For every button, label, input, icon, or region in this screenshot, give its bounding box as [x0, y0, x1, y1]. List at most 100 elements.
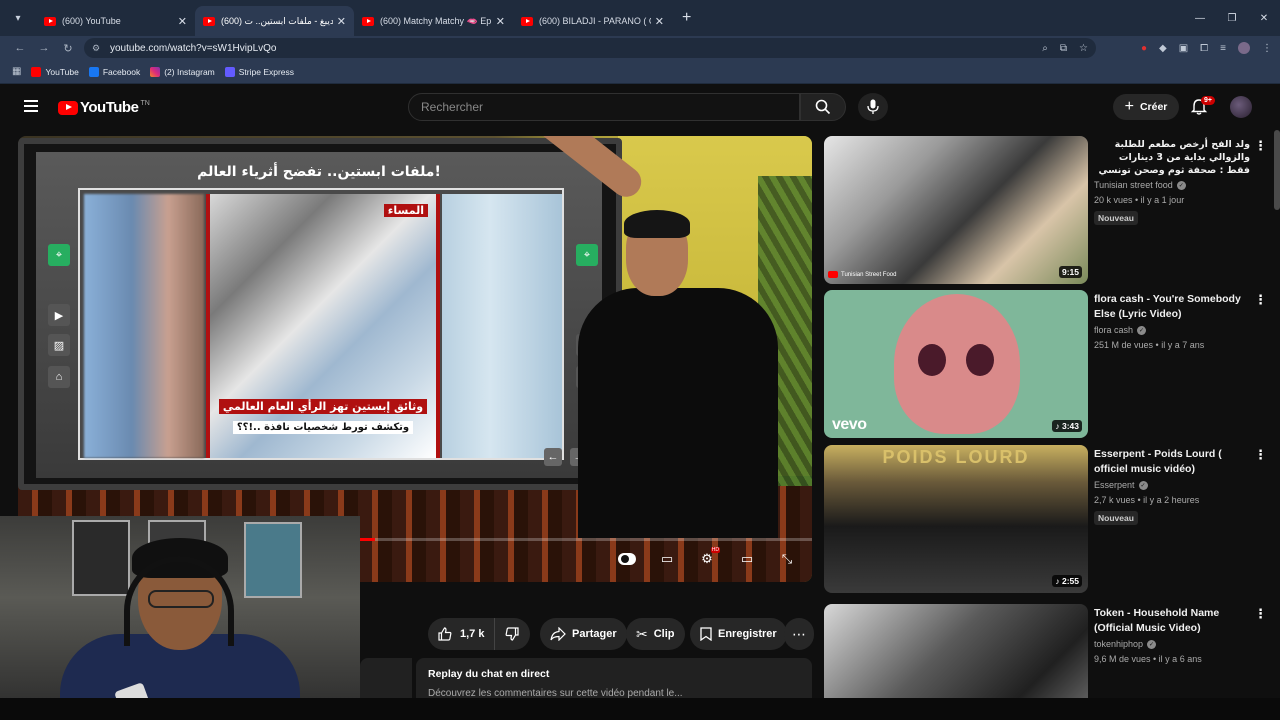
youtube-favicon-icon: [521, 16, 533, 26]
search-button[interactable]: [800, 93, 846, 121]
extensions-puzzle-icon[interactable]: ⧠: [1200, 43, 1208, 54]
new-tab-plus-icon[interactable]: +: [682, 9, 691, 27]
browser-tab-active[interactable]: (600) ترانديبغ - ملفات ابستين.. ت ✕: [195, 6, 354, 36]
skull-illustration: [894, 294, 1020, 434]
bookmark-stripe[interactable]: Stripe Express: [224, 66, 295, 77]
tab-search-chevron-icon[interactable]: ▾: [0, 0, 36, 36]
bookmark-label: Stripe Express: [238, 66, 295, 77]
url-bar[interactable]: ⚙ youtube.com/watch?v=sW1HvipLvQo ⌕ ⧉ ☆: [84, 38, 1096, 58]
channel-row[interactable]: flora cash ✓: [1094, 325, 1250, 335]
page-scrollbar[interactable]: [1274, 130, 1280, 210]
account-avatar[interactable]: [1230, 96, 1252, 118]
browser-tab[interactable]: (600) Matchy Matchy 🫦 Ep 79 ✕: [354, 6, 513, 36]
back-arrow-icon[interactable]: ←: [8, 36, 32, 60]
more-actions-button[interactable]: ⋯: [784, 618, 814, 650]
tab-title: (600) YouTube: [62, 16, 121, 26]
video-menu-dots-icon[interactable]: ⋮: [1254, 447, 1267, 463]
video-menu-dots-icon[interactable]: ⋮: [1254, 138, 1267, 154]
settings-gear-icon[interactable]: ⚙ HD: [698, 547, 720, 568]
close-window-icon[interactable]: ✕: [1248, 0, 1280, 36]
video-thumbnail[interactable]: POIDS LOURD ♪ 2:55: [824, 445, 1088, 593]
dislike-button[interactable]: [495, 618, 529, 650]
video-menu-dots-icon[interactable]: ⋮: [1254, 292, 1267, 308]
video-title[interactable]: flora cash - You're Somebody Else (Lyric…: [1094, 292, 1250, 322]
zoom-icon[interactable]: ⌕: [1042, 43, 1048, 54]
video-menu-dots-icon[interactable]: ⋮: [1254, 606, 1264, 622]
recommended-video[interactable]: Tunisian Street Food 9:15 ولد الفح أرخص …: [824, 136, 1267, 286]
thumbnail-watermark: Tunisian Street Food: [828, 271, 896, 278]
close-tab-icon[interactable]: ✕: [496, 15, 505, 28]
minimize-icon[interactable]: —: [1184, 0, 1216, 36]
extension-badge-icon[interactable]: ▣: [1179, 43, 1188, 54]
browser-tab[interactable]: (600) YouTube ✕: [36, 6, 195, 36]
fullscreen-exit-icon[interactable]: ⤡: [778, 550, 796, 568]
video-duration: ♪ 3:43: [1052, 420, 1082, 432]
apps-grid-icon[interactable]: ▦: [12, 66, 21, 77]
photo-panel: المساء وثائق إبستين تهز الرأي العام العا…: [78, 188, 564, 460]
share-button[interactable]: Partager: [540, 618, 627, 650]
video-thumbnail[interactable]: Tunisian Street Food 9:15: [824, 136, 1088, 284]
video-title[interactable]: ولد الفح أرخص مطعم للطلبة والزوالي بداية…: [1094, 138, 1250, 177]
presenter: [494, 136, 778, 538]
video-thumbnail[interactable]: vevo ♪ 3:43: [824, 290, 1088, 438]
microphone-icon: [867, 99, 879, 114]
youtube-favicon-icon: [203, 16, 215, 26]
youtube-logo[interactable]: YouTube TN: [58, 99, 150, 116]
channel-row[interactable]: tokenhiphop ✓: [1094, 639, 1250, 649]
theater-mode-icon[interactable]: ▭: [738, 550, 756, 568]
browser-menu-icon[interactable]: ⋮: [1262, 43, 1272, 54]
media-control-icon[interactable]: ≡: [1220, 43, 1226, 54]
recommended-video[interactable]: Token - Household Name (Official Music V…: [824, 604, 1264, 698]
logo-wordmark: YouTube: [80, 99, 139, 116]
video-title[interactable]: Token - Household Name (Official Music V…: [1094, 606, 1250, 636]
extensions-area: ● ◆ ▣ ⧠ ≡ ⋮: [1141, 36, 1272, 60]
channel-row[interactable]: Esserpent ✓: [1094, 480, 1250, 490]
clip-label: Clip: [653, 628, 675, 640]
notification-count-badge: 9+: [1201, 96, 1215, 105]
youtube-header: YouTube TN Rechercher + Créer 9+: [0, 84, 1280, 130]
live-chat-replay-panel[interactable]: Replay du chat en direct Découvrez les c…: [416, 658, 812, 699]
url-text: youtube.com/watch?v=sW1HvipLvQo: [110, 42, 277, 54]
profile-avatar[interactable]: [1238, 42, 1250, 54]
video-title[interactable]: Esserpent - Poids Lourd ( officiel music…: [1094, 447, 1250, 477]
install-app-icon[interactable]: ⧉: [1060, 43, 1067, 54]
subtitles-icon[interactable]: ▭: [658, 550, 676, 568]
extension-diamond-icon[interactable]: ◆: [1159, 43, 1167, 54]
video-thumbnail[interactable]: [824, 604, 1088, 698]
recommended-video[interactable]: POIDS LOURD ♪ 2:55 Esserpent - Poids Lou…: [824, 445, 1267, 595]
reload-icon[interactable]: ↻: [56, 36, 80, 60]
forward-arrow-icon[interactable]: →: [32, 36, 56, 60]
channel-row[interactable]: Tunisian street food ✓: [1094, 180, 1250, 190]
close-tab-icon[interactable]: ✕: [655, 15, 664, 28]
verified-check-icon: ✓: [1176, 180, 1186, 190]
share-arrow-icon: [550, 627, 566, 641]
bookmark-facebook[interactable]: Facebook: [88, 66, 140, 77]
save-button[interactable]: Enregistrer: [690, 618, 787, 650]
menu-hamburger-icon[interactable]: [24, 100, 38, 112]
verified-check-icon: ✓: [1137, 325, 1147, 335]
restore-icon[interactable]: ❐: [1216, 0, 1248, 36]
bookmark-instagram[interactable]: (2) Instagram: [150, 66, 215, 77]
channel-name: flora cash: [1094, 325, 1134, 335]
youtube-favicon-icon: [362, 16, 374, 26]
address-toolbar: ← → ↻ ⚙ youtube.com/watch?v=sW1HvipLvQo …: [0, 36, 1280, 60]
create-button[interactable]: + Créer: [1113, 94, 1179, 120]
home-icon: ⌂: [48, 366, 70, 388]
close-tab-icon[interactable]: ✕: [337, 15, 346, 28]
extension-red-icon[interactable]: ●: [1141, 43, 1147, 54]
voice-search-button[interactable]: [858, 93, 888, 121]
autoplay-toggle[interactable]: [618, 550, 636, 568]
clip-button[interactable]: ✂ Clip: [626, 618, 685, 650]
recommended-video[interactable]: vevo ♪ 3:43 flora cash - You're Somebody…: [824, 290, 1267, 440]
like-button[interactable]: 1,7 k: [428, 618, 496, 650]
browser-tab[interactable]: (600) BILADJI - PARANO ( Offic ✕: [513, 6, 672, 36]
video-meta: 251 M de vues • il y a 7 ans: [1094, 340, 1205, 350]
search-input[interactable]: Rechercher: [408, 93, 800, 121]
bookmark-youtube[interactable]: YouTube: [31, 66, 79, 77]
bookmark-star-icon[interactable]: ☆: [1079, 43, 1088, 54]
close-tab-icon[interactable]: ✕: [178, 15, 187, 28]
wall-poster: [244, 522, 302, 598]
caption-line-2: وتكشف تورط شخصيات نافذة ..!؟؟: [206, 421, 440, 434]
site-info-icon[interactable]: ⚙: [92, 43, 104, 54]
screen-headline: ملفات ابستين.. تفضح أثرياء العالم!: [197, 164, 441, 180]
